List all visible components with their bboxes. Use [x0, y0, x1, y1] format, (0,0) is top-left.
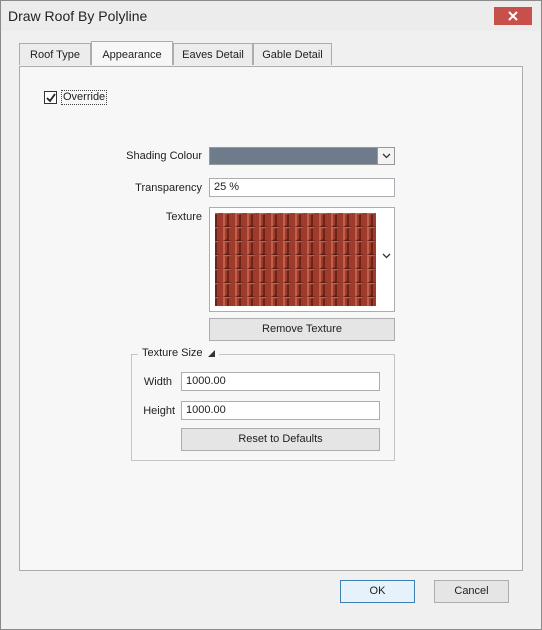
title-bar: Draw Roof By Polyline: [1, 1, 541, 31]
chevron-down-icon[interactable]: [382, 253, 391, 259]
height-input[interactable]: 1000.00: [181, 401, 380, 420]
height-label: Height: [143, 405, 175, 417]
remove-texture-button[interactable]: Remove Texture: [209, 318, 395, 341]
tab-appearance[interactable]: Appearance: [91, 41, 173, 65]
reset-to-defaults-button[interactable]: Reset to Defaults: [181, 428, 380, 451]
close-icon: [508, 11, 518, 21]
tab-label: Eaves Detail: [182, 49, 244, 61]
transparency-input[interactable]: 25 %: [209, 178, 395, 197]
width-label: Width: [143, 376, 172, 388]
tab-label: Gable Detail: [262, 49, 323, 61]
texture-size-title: Texture Size: [142, 347, 203, 359]
transparency-label: Transparency: [135, 182, 202, 194]
shading-colour-dropdown[interactable]: [209, 147, 395, 165]
tab-label: Appearance: [102, 49, 162, 61]
override-checkbox[interactable]: [44, 91, 57, 104]
tab-roof-type[interactable]: Roof Type: [19, 43, 91, 65]
tab-eaves-detail[interactable]: Eaves Detail: [173, 43, 253, 65]
collapse-triangle-icon[interactable]: [207, 349, 215, 357]
roof-tile-texture-image: [215, 213, 376, 306]
cancel-button[interactable]: Cancel: [434, 580, 509, 603]
close-button[interactable]: [494, 7, 532, 25]
tab-label: Roof Type: [30, 49, 80, 61]
texture-label: Texture: [165, 211, 202, 223]
dropdown-button[interactable]: [377, 148, 394, 164]
ok-button[interactable]: OK: [340, 580, 415, 603]
checkmark-icon: [46, 93, 56, 103]
shading-colour-label: Shading Colour: [126, 150, 202, 162]
texture-picker[interactable]: [209, 207, 395, 312]
override-label[interactable]: Override: [61, 90, 108, 105]
width-input[interactable]: 1000.00: [181, 372, 380, 391]
tab-gable-detail[interactable]: Gable Detail: [253, 43, 332, 65]
chevron-down-icon: [382, 153, 390, 159]
window-title: Draw Roof By Polyline: [8, 8, 148, 24]
texture-size-header[interactable]: Texture Size: [138, 347, 219, 359]
